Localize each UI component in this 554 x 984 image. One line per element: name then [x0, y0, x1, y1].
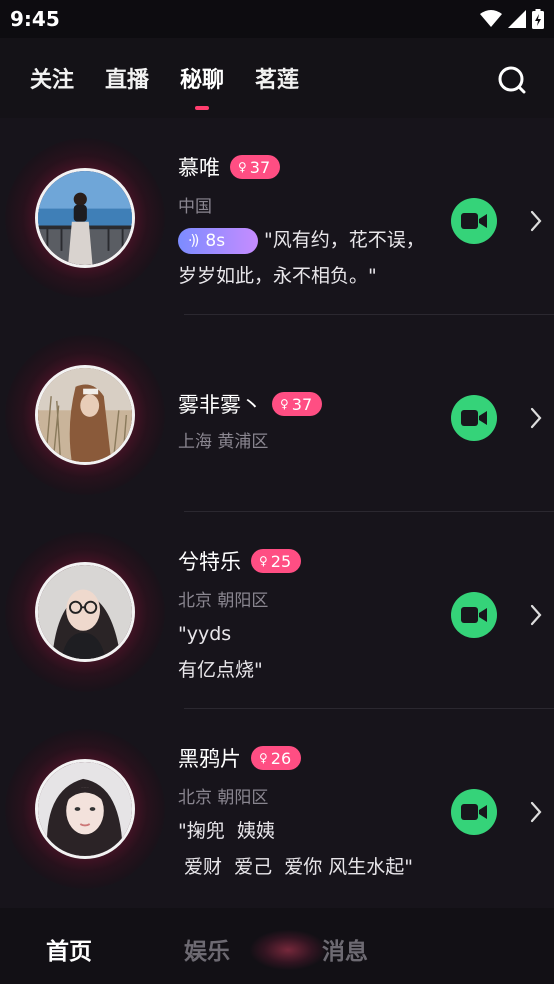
- female-icon: ♀: [238, 160, 247, 174]
- battery-icon: [532, 9, 544, 29]
- user-quote: "掬兜 姨姨 爱财 爱己 爱你 风生水起": [178, 820, 413, 878]
- user-location: 上海 黄浦区: [178, 432, 269, 452]
- chevron-right-icon[interactable]: [528, 801, 544, 823]
- wifi-icon: [480, 10, 502, 27]
- video-call-button[interactable]: [451, 395, 497, 441]
- user-row[interactable]: 慕唯 ♀ 37 中国 ·)) 8s "风有约，花不误，岁岁如此，永不相负。": [0, 118, 554, 315]
- tab-live[interactable]: 直播: [105, 62, 149, 94]
- avatar-photo-glasses: [38, 565, 132, 659]
- user-list: 慕唯 ♀ 37 中国 ·)) 8s "风有约，花不误，岁岁如此，永不相负。" 雾…: [0, 118, 554, 906]
- user-row[interactable]: 黑鸦片 ♀ 26 北京 朝阳区 "掬兜 姨姨 爱财 爱己 爱你 风生水起": [0, 709, 554, 906]
- video-call-button[interactable]: [451, 592, 497, 638]
- avatar-glow: [5, 729, 165, 889]
- user-name: 慕唯: [178, 156, 220, 180]
- tab-minglian[interactable]: 茗莲: [255, 62, 299, 94]
- active-tab-indicator: [195, 106, 210, 110]
- age-badge: ♀ 25: [251, 549, 302, 573]
- name-line: 兮特乐 ♀ 25: [178, 546, 302, 576]
- tab-follow[interactable]: 关注: [30, 62, 74, 94]
- signal-icon: [508, 10, 526, 28]
- user-location: 北京 朝阳区: [178, 591, 269, 611]
- name-line: 慕唯 ♀ 37: [178, 152, 281, 182]
- video-camera-icon: [461, 607, 487, 623]
- age-badge: ♀ 26: [251, 746, 302, 770]
- search-icon[interactable]: [498, 66, 526, 94]
- chevron-right-icon[interactable]: [528, 210, 544, 232]
- user-name: 黑鸦片: [178, 747, 241, 771]
- avatar-glow: [5, 532, 165, 692]
- female-icon: ♀: [280, 397, 289, 411]
- avatar[interactable]: [35, 365, 135, 465]
- user-quote: "yyds 有亿点烧": [178, 623, 263, 681]
- video-camera-icon: [461, 213, 487, 229]
- bottom-tab-messages[interactable]: 消息: [322, 932, 368, 966]
- avatar[interactable]: [35, 168, 135, 268]
- age-badge: ♀ 37: [230, 155, 281, 179]
- name-line: 雾非雾丶 ♀ 37: [178, 389, 323, 419]
- status-icons: [480, 9, 544, 29]
- female-icon: ♀: [259, 554, 268, 568]
- avatar-photo-seaside: [38, 171, 132, 265]
- user-quote: ·)) 8s "风有约，花不误，岁岁如此，永不相负。": [178, 222, 438, 294]
- avatar-photo-field: [38, 368, 132, 462]
- video-camera-icon: [461, 804, 487, 820]
- video-call-button[interactable]: [451, 198, 497, 244]
- user-name: 雾非雾丶: [178, 393, 262, 417]
- video-camera-icon: [461, 410, 487, 426]
- avatar-glow: [5, 335, 165, 495]
- name-line: 黑鸦片 ♀ 26: [178, 743, 302, 773]
- top-tab-bar: 关注 直播 秘聊 茗莲: [0, 38, 554, 118]
- avatar[interactable]: [35, 759, 135, 859]
- status-time: 9:45: [10, 7, 60, 31]
- bottom-tab-bar: 首页 娱乐 消息: [0, 908, 554, 984]
- video-call-button[interactable]: [451, 789, 497, 835]
- status-bar: 9:45: [0, 0, 554, 38]
- avatar[interactable]: [35, 562, 135, 662]
- chevron-right-icon[interactable]: [528, 407, 544, 429]
- bottom-tab-home[interactable]: 首页: [46, 932, 92, 966]
- user-location: 中国: [178, 197, 212, 217]
- user-row[interactable]: 雾非雾丶 ♀ 37 上海 黄浦区: [0, 315, 554, 512]
- voice-message[interactable]: ·)) 8s: [178, 227, 258, 254]
- center-action-button[interactable]: [250, 930, 326, 970]
- tab-private-chat[interactable]: 秘聊: [180, 62, 224, 110]
- age-badge: ♀ 37: [272, 392, 323, 416]
- chevron-right-icon[interactable]: [528, 604, 544, 626]
- user-row[interactable]: 兮特乐 ♀ 25 北京 朝阳区 "yyds 有亿点烧": [0, 512, 554, 709]
- bottom-tab-entertainment[interactable]: 娱乐: [184, 932, 230, 966]
- female-icon: ♀: [259, 751, 268, 765]
- avatar-glow: [5, 138, 165, 298]
- user-location: 北京 朝阳区: [178, 788, 269, 808]
- user-name: 兮特乐: [178, 550, 241, 574]
- avatar-photo-portrait: [38, 762, 132, 856]
- sound-wave-icon: ·)): [188, 232, 199, 249]
